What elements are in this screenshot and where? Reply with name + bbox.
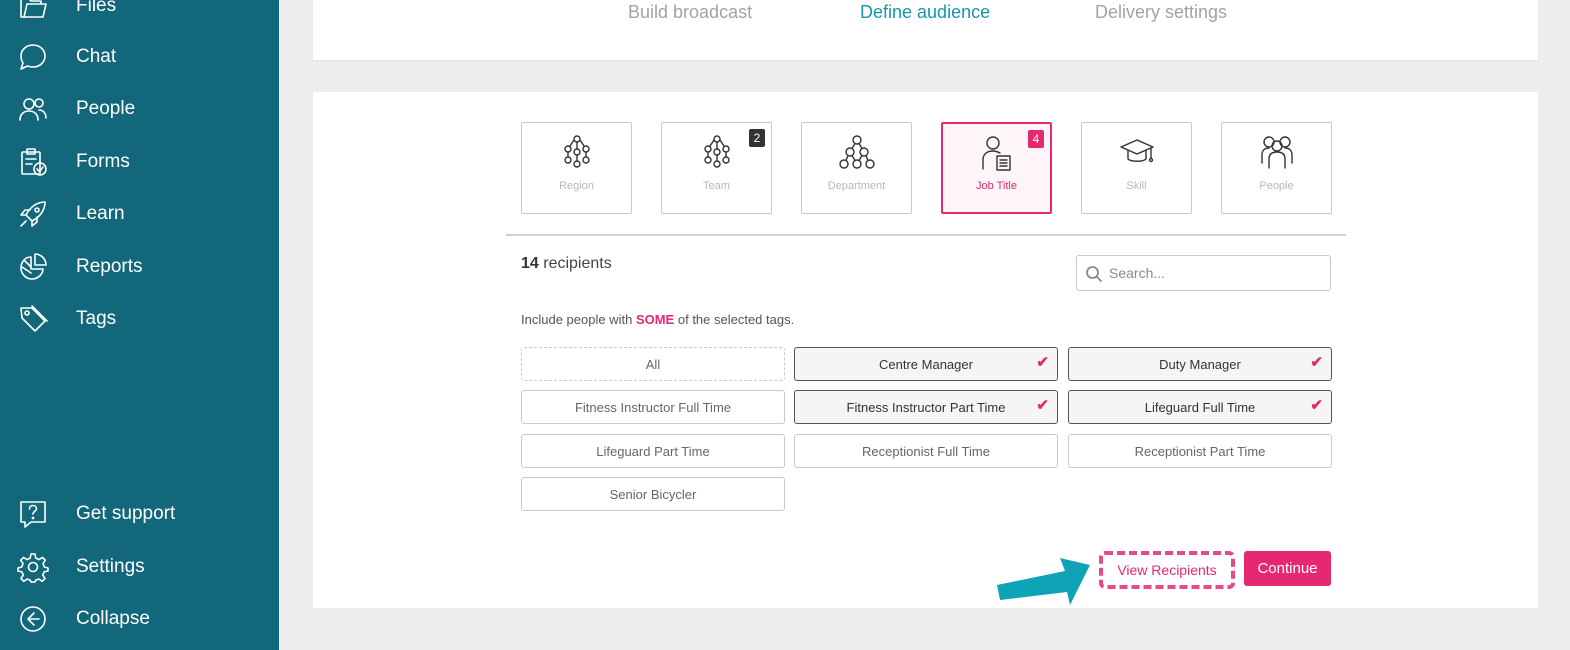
category-label: Region [559,180,594,192]
sidebar-item-learn[interactable]: Learn [0,192,279,236]
sidebar: Files Chat People Forms Learn Reports Ta… [0,0,279,650]
help-icon [16,497,50,531]
audience-card: Region Team 2 Department Job Title 4 Ski… [313,92,1538,608]
tags-icon [16,302,50,336]
sidebar-item-label: Get support [76,503,176,524]
sidebar-item-files[interactable]: Files [0,0,279,28]
check-icon: ✔ [1310,397,1323,414]
tag-label: Fitness Instructor Full Time [574,399,732,415]
category-label: Department [827,180,886,192]
count-badge: 4 [1028,130,1044,148]
tag-duty-manager[interactable]: Duty Manager ✔ [1068,347,1332,381]
tag-label: Senior Bicycler [609,486,697,502]
tag-label: Receptionist Full Time [862,443,990,459]
step-delivery-settings[interactable]: Delivery settings [1095,2,1227,23]
sidebar-item-label: People [76,98,136,119]
sidebar-item-people[interactable]: People [0,87,279,131]
sidebar-item-collapse[interactable]: Collapse [0,597,279,641]
check-icon: ✔ [1036,354,1049,371]
sidebar-item-label: Chat [76,46,117,67]
tag-label: Fitness Instructor Part Time [846,399,1006,415]
department-hierarchy-icon [802,133,911,173]
sidebar-item-label: Collapse [76,608,150,629]
people-group-icon [1222,133,1331,173]
check-icon: ✔ [1310,354,1323,371]
tag-lifeguard-full-time[interactable]: Lifeguard Full Time ✔ [1068,390,1332,424]
category-people[interactable]: People [1221,122,1332,214]
recipient-count: 14 recipients [521,255,612,273]
broadcast-stepper: Build broadcast Define audience Delivery… [313,0,1538,60]
include-prefix: Include people with [521,312,633,327]
check-icon: ✔ [1036,397,1049,414]
sidebar-item-chat[interactable]: Chat [0,35,279,79]
tag-senior-bicycler[interactable]: Senior Bicycler [521,477,785,511]
tag-label: Receptionist Part Time [1134,443,1266,459]
category-job-title[interactable]: Job Title 4 [941,122,1052,214]
continue-button[interactable]: Continue [1244,551,1331,586]
tag-all[interactable]: All [521,347,785,381]
category-team[interactable]: Team 2 [661,122,772,214]
category-label: Skill [1126,180,1147,192]
region-hierarchy-icon [522,133,631,173]
tag-fitness-instructor-part-time[interactable]: Fitness Instructor Part Time ✔ [794,390,1058,424]
count-badge: 2 [749,129,765,147]
sidebar-item-label: Files [76,0,117,16]
sidebar-item-label: Settings [76,556,145,577]
collapse-arrow-icon [16,602,50,636]
sidebar-item-settings[interactable]: Settings [0,545,279,589]
callout-arrow-icon [997,558,1090,605]
tag-label: All [645,356,661,372]
sidebar-item-tags[interactable]: Tags [0,297,279,341]
clipboard-check-icon [16,145,50,179]
tag-centre-manager[interactable]: Centre Manager ✔ [794,347,1058,381]
sidebar-item-label: Reports [76,256,143,277]
category-label: People [1259,180,1294,192]
category-label: Job Title [976,180,1017,192]
include-mode-toggle[interactable]: SOME [636,312,674,327]
recipient-count-label: recipients [543,255,612,272]
sidebar-item-reports[interactable]: Reports [0,245,279,289]
tag-fitness-instructor-full-time[interactable]: Fitness Instructor Full Time [521,390,785,424]
chat-bubble-icon [16,40,50,74]
recipient-count-number: 14 [521,255,539,272]
search-icon [1086,266,1103,283]
step-define-audience[interactable]: Define audience [860,2,990,23]
divider [506,234,1346,236]
category-skill[interactable]: Skill [1081,122,1192,214]
tag-lifeguard-part-time[interactable]: Lifeguard Part Time [521,434,785,468]
category-region[interactable]: Region [521,122,632,214]
graduation-cap-icon [1082,133,1191,173]
tag-label: Lifeguard Part Time [596,443,710,459]
sidebar-item-label: Tags [76,308,117,329]
category-label: Team [703,180,730,192]
tag-label: Lifeguard Full Time [1144,399,1256,415]
sidebar-item-label: Forms [76,151,130,172]
rocket-icon [16,197,50,231]
sidebar-item-label: Learn [76,203,125,224]
category-department[interactable]: Department [801,122,912,214]
tag-receptionist-part-time[interactable]: Receptionist Part Time [1068,434,1332,468]
search-box[interactable] [1076,255,1331,291]
include-rule-text: Include people with SOME of the selected… [521,312,794,327]
folder-icon [16,0,50,23]
people-icon [16,92,50,126]
tag-label: Centre Manager [879,356,973,372]
step-build-broadcast[interactable]: Build broadcast [628,2,752,23]
gear-icon [16,550,50,584]
tag-receptionist-full-time[interactable]: Receptionist Full Time [794,434,1058,468]
search-input[interactable] [1109,262,1324,284]
pie-chart-icon [16,250,50,284]
sidebar-item-get-support[interactable]: Get support [0,492,279,536]
sidebar-item-forms[interactable]: Forms [0,140,279,184]
include-suffix: of the selected tags. [677,312,795,327]
tag-label: Duty Manager [1159,356,1241,372]
view-recipients-button[interactable]: View Recipients [1099,551,1235,589]
